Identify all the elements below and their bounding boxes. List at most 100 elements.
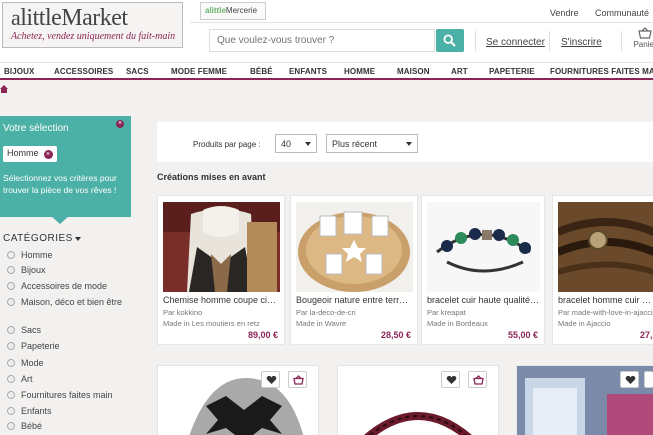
header-divider xyxy=(190,22,653,23)
chip-label: Homme xyxy=(7,148,39,158)
add-to-cart-button[interactable] xyxy=(644,371,653,388)
product-title[interactable]: bracelet homme cuir vintage xyxy=(558,295,653,305)
favorite-button[interactable] xyxy=(620,371,639,388)
login-link[interactable]: Se connecter xyxy=(486,37,545,48)
product-image-candle[interactable] xyxy=(296,202,413,292)
filter-chip-homme[interactable]: Homme × xyxy=(3,146,57,162)
product-card[interactable]: Bougeoir nature entre terre et mer Par l… xyxy=(290,195,418,345)
category-item[interactable]: Art xyxy=(7,374,131,385)
sell-link[interactable]: Vendre xyxy=(550,8,579,18)
nav-maison[interactable]: MAISON xyxy=(397,67,430,76)
product-seller[interactable]: Par la-deco-de-cri xyxy=(296,308,356,317)
radio-button[interactable] xyxy=(7,407,15,415)
product-title[interactable]: bracelet cuir haute qualité homme xyxy=(427,295,540,305)
cart-label: Panier xyxy=(633,40,653,49)
radio-button[interactable] xyxy=(7,391,15,399)
site-logo[interactable]: alittleMarket Achetez, vendez uniquement… xyxy=(2,2,183,48)
nav-sacs[interactable]: SACS xyxy=(126,67,149,76)
category-item[interactable]: Accessoires de mode xyxy=(7,281,131,292)
radio-button[interactable] xyxy=(7,375,15,383)
category-item[interactable]: Bébé xyxy=(7,421,131,432)
top-links: Vendre Communauté xyxy=(536,8,649,18)
per-page-label: Produits par page : xyxy=(193,140,261,149)
search-input[interactable] xyxy=(209,29,435,52)
chevron-down-icon[interactable] xyxy=(75,237,81,241)
home-icon[interactable] xyxy=(0,84,8,94)
per-page-select[interactable]: 40 xyxy=(275,134,317,153)
radio-button[interactable] xyxy=(7,422,15,430)
heart-icon xyxy=(266,375,277,384)
nav-bebe[interactable]: BÉBÉ xyxy=(250,67,273,76)
nav-enfants[interactable]: ENFANTS xyxy=(289,67,327,76)
product-price: 27,00 € xyxy=(640,330,653,340)
product-image-shirt[interactable] xyxy=(163,202,280,292)
radio-button[interactable] xyxy=(7,326,15,334)
product-seller[interactable]: Par kokkino xyxy=(163,308,202,317)
heart-icon xyxy=(446,375,457,384)
radio-button[interactable] xyxy=(7,266,15,274)
nav-bijoux[interactable]: BIJOUX xyxy=(4,67,34,76)
nav-papeterie[interactable]: PAPETERIE xyxy=(489,67,535,76)
category-item[interactable]: Maison, déco et bien être xyxy=(7,297,131,308)
sort-select[interactable]: Plus récent xyxy=(326,134,418,153)
favorite-button[interactable] xyxy=(441,371,460,388)
radio-button[interactable] xyxy=(7,342,15,350)
mercerie-name: Mercerie xyxy=(225,6,258,15)
product-image-headband[interactable] xyxy=(348,396,488,435)
nav-art[interactable]: ART xyxy=(451,67,468,76)
radio-button[interactable] xyxy=(7,251,15,259)
category-item[interactable]: Fournitures faites main xyxy=(7,390,131,401)
favorite-button[interactable] xyxy=(261,371,280,388)
category-item[interactable]: Sacs xyxy=(7,325,131,336)
mercerie-tab[interactable]: alittleMercerie xyxy=(200,2,266,20)
product-seller[interactable]: Par made-with-love-in-ajaccio xyxy=(558,308,653,317)
logo-tagline: Achetez, vendez uniquement du fait-main xyxy=(11,31,176,42)
mercerie-prefix: alittle xyxy=(205,6,226,15)
product-card[interactable]: bracelet homme cuir vintage Par made-wit… xyxy=(552,195,653,345)
featured-title: Créations mises en avant xyxy=(157,172,266,182)
nav-accessoires[interactable]: ACCESSOIRES xyxy=(54,67,113,76)
category-item[interactable]: Homme xyxy=(7,250,131,261)
search-icon xyxy=(443,34,456,47)
signup-link[interactable]: S'inscrire xyxy=(561,37,602,48)
basket-icon xyxy=(473,375,484,385)
product-title[interactable]: Bougeoir nature entre terre et mer xyxy=(296,295,413,305)
product-card[interactable]: bracelet cuir haute qualité homme Par kr… xyxy=(421,195,545,345)
divider xyxy=(549,31,550,51)
categories-title[interactable]: CATÉGORIES xyxy=(3,233,73,244)
cart-button[interactable]: Panier xyxy=(633,27,653,49)
community-link[interactable]: Communauté xyxy=(595,8,649,18)
category-item[interactable]: Bijoux xyxy=(7,265,131,276)
radio-button[interactable] xyxy=(7,298,15,306)
nav-fournitures[interactable]: FOURNITURES FAITES MAIN xyxy=(550,67,653,76)
radio-button[interactable] xyxy=(7,359,15,367)
sort-value: Plus récent xyxy=(332,139,378,149)
product-origin: Made in Wavre xyxy=(296,319,347,328)
chevron-down-icon xyxy=(305,142,311,146)
product-image-bracelet[interactable] xyxy=(427,202,540,292)
heart-icon xyxy=(625,375,636,384)
nav-homme[interactable]: HOMME xyxy=(344,67,375,76)
product-card[interactable]: Chemise homme coupe cintrée Par kokkino … xyxy=(157,195,285,345)
divider xyxy=(475,31,476,51)
radio-button[interactable] xyxy=(7,282,15,290)
logo-market: Market xyxy=(61,5,128,31)
product-price: 55,00 € xyxy=(507,330,538,340)
logo-prefix: a xyxy=(11,5,21,30)
add-to-cart-button[interactable] xyxy=(468,371,487,388)
product-title[interactable]: Chemise homme coupe cintrée xyxy=(163,295,280,305)
nav-mode-femme[interactable]: MODE FEMME xyxy=(171,67,227,76)
search-button[interactable] xyxy=(436,29,464,52)
remove-chip-icon[interactable]: × xyxy=(43,150,53,159)
clear-selection-icon[interactable]: × xyxy=(116,120,124,128)
category-item[interactable]: Enfants xyxy=(7,406,131,417)
product-seller[interactable]: Par kreapat xyxy=(427,308,466,317)
product-origin: Made in Bordeaux xyxy=(427,319,488,328)
product-image-leather-bracelet[interactable] xyxy=(558,202,653,292)
per-page-value: 40 xyxy=(281,139,292,149)
category-item[interactable]: Papeterie xyxy=(7,341,131,352)
chevron-down-icon xyxy=(406,142,412,146)
add-to-cart-button[interactable] xyxy=(288,371,307,388)
logo-little: little xyxy=(20,5,62,31)
category-item[interactable]: Mode xyxy=(7,358,131,369)
